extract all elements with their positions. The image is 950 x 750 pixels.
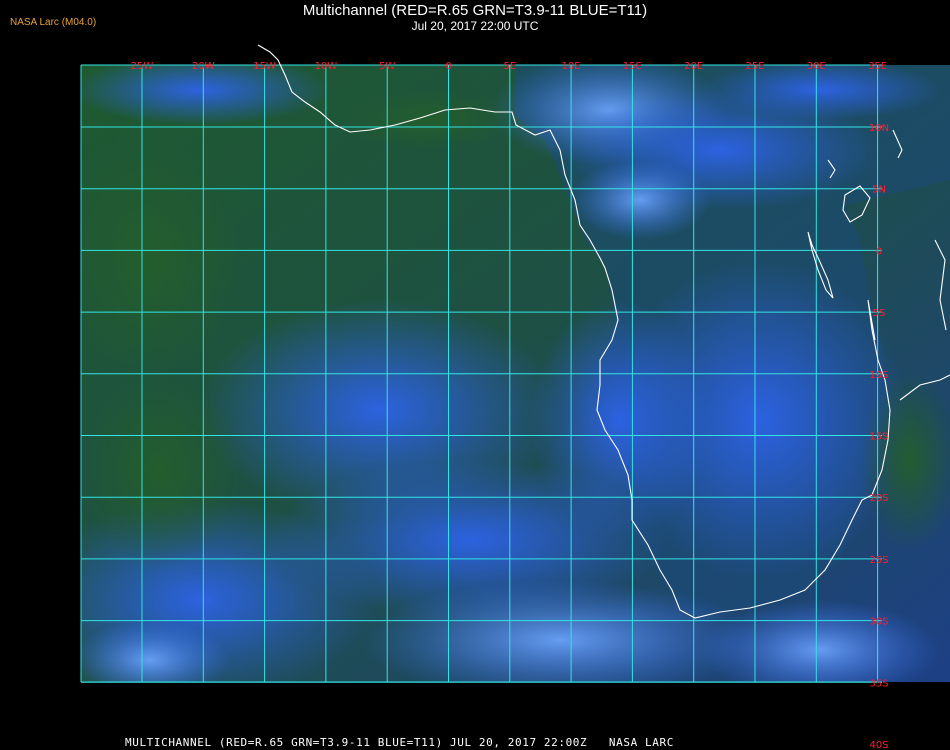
longitude-label: 10W <box>315 61 338 72</box>
latitude-label: 0 <box>876 246 882 257</box>
latitude-label: 20S <box>869 493 888 504</box>
latitude-label: 30S <box>869 617 888 628</box>
satellite-map: 25W 20W 15W 10W 5W 0 5E 10E 15E 20E 25E 30E 35E 10N 5… <box>80 44 950 750</box>
imagery <box>81 65 950 727</box>
latitude-label: 10S <box>869 370 888 381</box>
image-title: Multichannel (RED=R.65 GRN=T3.9-11 BLUE=… <box>302 2 648 19</box>
longitude-label: 15E <box>623 61 642 72</box>
latitude-label: 40S <box>869 740 888 750</box>
latitude-label: 25S <box>869 555 888 566</box>
longitude-label: 5E <box>503 61 516 72</box>
latitude-label: 10N <box>869 123 889 134</box>
longitude-label: 15W <box>253 61 276 72</box>
longitude-label: 20W <box>192 61 215 72</box>
longitude-label: 0 <box>445 61 451 72</box>
longitude-label: 20E <box>684 61 703 72</box>
longitude-label: 25W <box>131 61 154 72</box>
footer-caption: MULTICHANNEL (RED=R.65 GRN=T3.9-11 BLUE=… <box>125 736 674 749</box>
longitude-label: 25E <box>745 61 764 72</box>
image-timestamp: Jul 20, 2017 22:00 UTC <box>411 19 539 33</box>
longitude-label: 30E <box>807 61 826 72</box>
latitude-label: 15S <box>869 432 888 443</box>
longitude-label: 35E <box>868 61 887 72</box>
latitude-label: 35S <box>869 678 888 689</box>
longitude-label: 5W <box>379 61 395 72</box>
longitude-label: 10E <box>562 61 581 72</box>
latitude-label: 5N <box>872 185 886 196</box>
latitude-label: 5S <box>873 308 886 319</box>
